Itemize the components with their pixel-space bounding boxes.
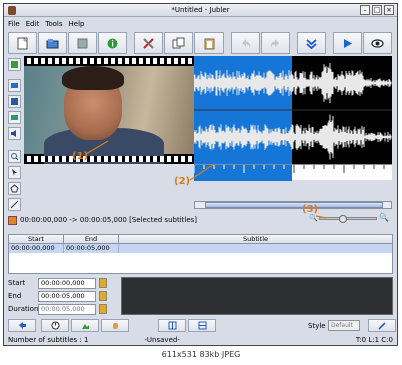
image-caption: 611x531 83kb JPEG — [161, 350, 241, 359]
annotation-arrows — [85, 140, 327, 219]
jubler-window: *Untitled - Jubler – □ × File Edit Tools… — [3, 3, 398, 346]
